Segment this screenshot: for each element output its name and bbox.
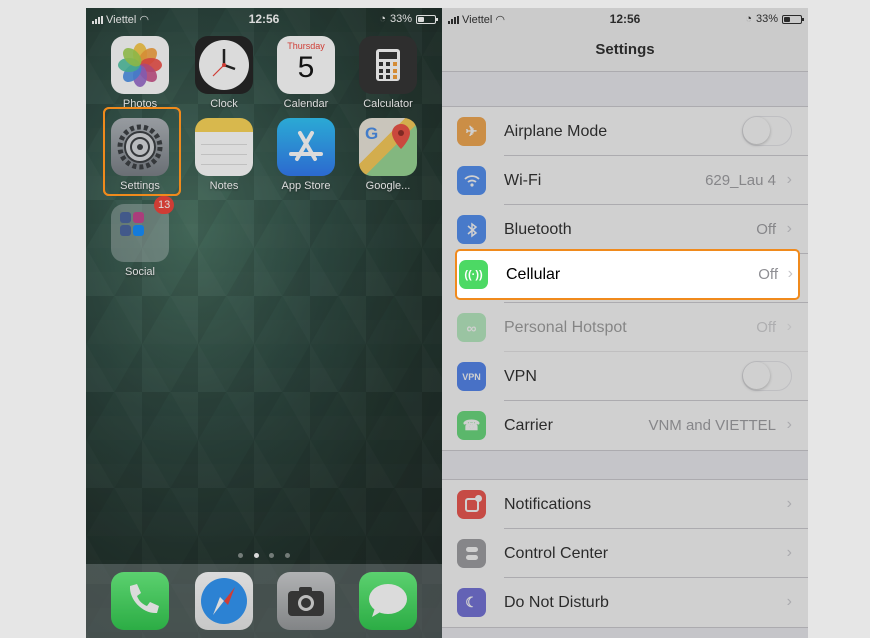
notifications-icon [457, 490, 486, 519]
battery-indicator: ◔ 33% [379, 13, 438, 25]
hotspot-icon: ∞ [457, 313, 486, 342]
chevron-right-icon: › [786, 318, 792, 335]
page-indicator[interactable] [86, 545, 442, 563]
google-maps-icon: G [359, 118, 417, 176]
calendar-icon: Thursday 5 [277, 36, 335, 94]
home-status-bar: Viettel ◠ 12:56 ◔ 33% [86, 8, 442, 30]
clock-icon [195, 36, 253, 94]
chevron-right-icon: › [786, 171, 792, 188]
app-messages[interactable] [356, 572, 420, 630]
app-calculator[interactable]: Calculator [356, 36, 420, 110]
app-notes[interactable]: Notes [192, 118, 256, 192]
page-dot [238, 553, 244, 558]
control-center-icon [457, 539, 486, 568]
vpn-icon: VPN [457, 362, 486, 391]
page-dot-current [253, 553, 259, 558]
wifi-icon [457, 166, 486, 195]
settings-nav-bar: Viettel ◠ 12:56 ◔ 33% Settings [442, 8, 808, 72]
home-screen: Viettel ◠ 12:56 ◔ 33% Photos Clock Thurs… [86, 8, 442, 638]
battery-icon [782, 14, 804, 24]
row-airplane-mode[interactable]: ✈ Airplane Mode [442, 107, 808, 156]
app-photos[interactable]: Photos [108, 36, 172, 110]
carrier-phone-icon: ☎ [457, 411, 486, 440]
page-dot [269, 553, 275, 558]
phone-icon [111, 572, 169, 630]
app-store-icon [277, 118, 335, 176]
chevron-right-icon: › [787, 265, 793, 282]
app-calendar[interactable]: Thursday 5 Calendar [274, 36, 338, 110]
screenshot-canvas: Viettel ◠ 12:56 ◔ 33% Photos Clock Thurs… [0, 0, 870, 638]
row-bluetooth[interactable]: Bluetooth Off › [442, 205, 808, 254]
notification-badge: 13 [154, 196, 175, 214]
cellular-highlight-box[interactable]: ((·)) Cellular Off › [455, 249, 800, 300]
app-social-folder[interactable]: 13 Social [108, 196, 175, 278]
app-camera[interactable] [274, 572, 338, 630]
airplane-mode-toggle[interactable] [742, 116, 792, 146]
vpn-toggle[interactable] [742, 361, 792, 391]
orientation-lock-icon: ◔ [379, 13, 386, 25]
orientation-lock-icon: ◔ [745, 13, 752, 25]
row-personal-hotspot[interactable]: ∞ Personal Hotspot Off › [442, 303, 808, 352]
row-wifi[interactable]: Wi-Fi 629_Lau 4 › [442, 156, 808, 205]
settings-highlight-outline [103, 107, 181, 196]
camera-icon [277, 572, 335, 630]
cellular-antenna-icon: ((·)) [459, 260, 488, 289]
app-google-maps[interactable]: G Google... [356, 118, 420, 192]
row-cellular[interactable]: ((·)) Cellular Off › [457, 251, 798, 298]
settings-status-bar: Viettel ◠ 12:56 ◔ 33% [442, 8, 808, 30]
battery-icon [416, 14, 438, 24]
row-control-center[interactable]: Control Center › [442, 529, 808, 578]
app-app-store[interactable]: App Store [274, 118, 338, 192]
airplane-icon: ✈ [457, 117, 486, 146]
app-clock[interactable]: Clock [192, 36, 256, 110]
chevron-right-icon: › [786, 220, 792, 237]
calendar-day: 5 [297, 51, 315, 84]
settings-screen: Viettel ◠ 12:56 ◔ 33% Settings ✈ Airplan… [442, 8, 808, 638]
row-vpn[interactable]: VPN VPN [442, 352, 808, 401]
app-safari[interactable] [192, 572, 256, 630]
page-dot [284, 553, 290, 558]
app-phone[interactable] [108, 572, 172, 630]
calendar-weekday: Thursday [287, 41, 325, 51]
safari-icon [195, 572, 253, 630]
moon-icon: ☾ [457, 588, 486, 617]
chevron-right-icon: › [786, 416, 792, 433]
chevron-right-icon: › [786, 495, 792, 512]
chevron-right-icon: › [786, 544, 792, 561]
row-carrier[interactable]: ☎ Carrier VNM and VIETTEL › [442, 401, 808, 450]
row-notifications[interactable]: Notifications › [442, 480, 808, 529]
row-do-not-disturb[interactable]: ☾ Do Not Disturb › [442, 578, 808, 627]
messages-icon [359, 572, 417, 630]
settings-group-notifications: Notifications › Control Center › ☾ Do No… [442, 479, 808, 628]
page-title: Settings [595, 41, 655, 58]
dock [86, 564, 442, 638]
calculator-icon [359, 36, 417, 94]
notes-icon [195, 118, 253, 176]
bluetooth-icon [457, 215, 486, 244]
photos-icon [111, 36, 169, 94]
chevron-right-icon: › [786, 593, 792, 610]
